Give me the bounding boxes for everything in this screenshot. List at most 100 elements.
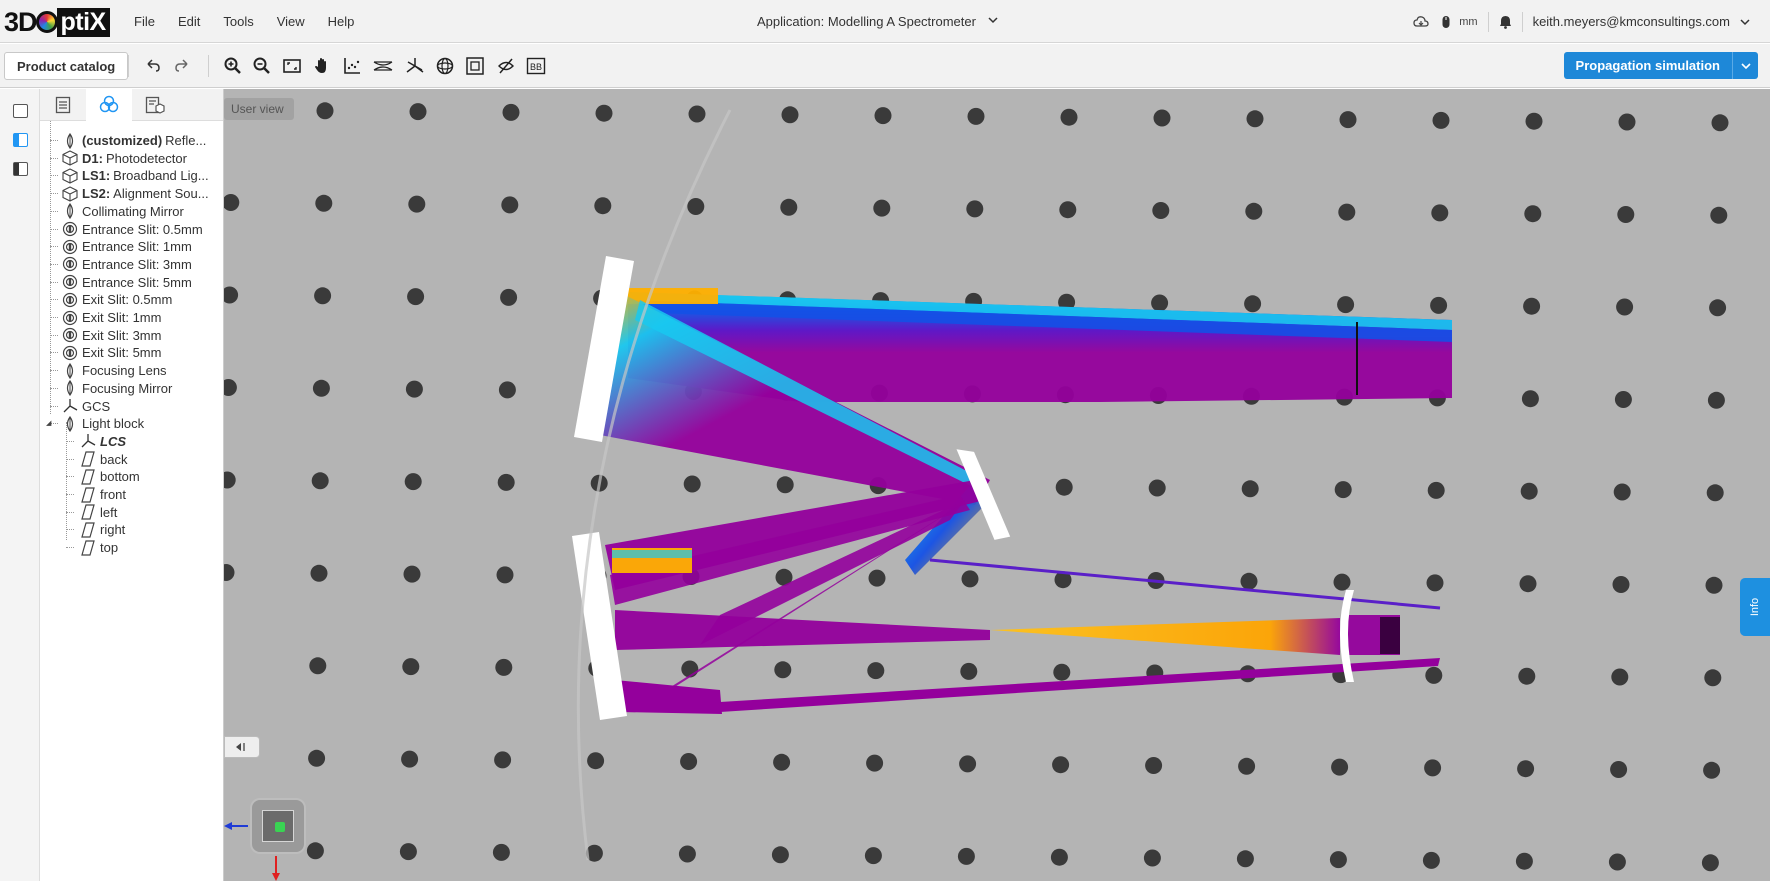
tree-item[interactable]: left: [80, 503, 117, 522]
tree-item[interactable]: Entrance Slit: 5mm: [62, 273, 192, 292]
tree-item[interactable]: Light block: [62, 414, 144, 433]
breadboard-hole: [1052, 756, 1070, 774]
tree-item[interactable]: front: [80, 485, 126, 504]
ray-icon[interactable]: [372, 55, 394, 77]
view-name-label[interactable]: User view: [224, 98, 294, 120]
breadboard-hole: [409, 103, 427, 121]
bell-icon[interactable]: [1499, 15, 1512, 29]
application-title[interactable]: Application: Modelling A Spectrometer: [757, 14, 976, 29]
menu-file[interactable]: File: [134, 14, 155, 29]
menu-help[interactable]: Help: [328, 14, 355, 29]
tree-item[interactable]: Exit Slit: 5mm: [62, 343, 161, 362]
tree-item[interactable]: right: [80, 520, 125, 539]
tree-item[interactable]: LS1: Broadband Lig...: [62, 166, 209, 185]
hide-icon[interactable]: [495, 55, 517, 77]
frame-icon[interactable]: [464, 55, 486, 77]
axes-icon[interactable]: [404, 55, 426, 77]
app-logo[interactable]: 3D ptiX: [4, 6, 110, 38]
mouse-icon[interactable]: [1441, 15, 1451, 29]
tree-item-label: right: [100, 522, 126, 538]
pan-hand-icon[interactable]: [311, 55, 333, 77]
tree-item[interactable]: (customized) Refle...: [62, 131, 206, 150]
bounding-box-icon[interactable]: BB: [525, 55, 547, 77]
breadboard-hole: [1050, 848, 1068, 866]
cloud-sync-icon[interactable]: [1413, 15, 1429, 29]
propagation-chevron-down-icon[interactable]: [1732, 52, 1758, 79]
tree-item[interactable]: Focusing Lens: [62, 361, 167, 380]
tree-guide-line-child: [66, 422, 67, 541]
breadboard-hole: [1704, 669, 1722, 687]
sphere-icon[interactable]: [434, 55, 456, 77]
tree-item[interactable]: Entrance Slit: 0.5mm: [62, 220, 203, 239]
menu-tools[interactable]: Tools: [223, 14, 253, 29]
tab-parts[interactable]: [132, 89, 178, 121]
tree-item[interactable]: Exit Slit: 0.5mm: [62, 290, 172, 309]
tree-item[interactable]: Entrance Slit: 3mm: [62, 255, 192, 274]
layout-left-panel-icon[interactable]: [13, 133, 28, 147]
tree-connector: [66, 547, 74, 549]
breadboard-hole: [1055, 478, 1073, 496]
layout-split-icon[interactable]: [13, 162, 28, 176]
unit-label[interactable]: mm: [1459, 16, 1477, 28]
breadboard-hole: [773, 753, 791, 771]
tab-list[interactable]: [40, 89, 86, 121]
breadboard-hole: [492, 843, 510, 861]
user-chevron-down-icon[interactable]: [1740, 18, 1750, 26]
layout-single-icon[interactable]: [13, 104, 28, 118]
breadboard-hole: [594, 197, 612, 215]
collapse-panel-button[interactable]: [224, 736, 260, 758]
tree-item[interactable]: Exit Slit: 3mm: [62, 326, 161, 345]
3d-viewport[interactable]: [224, 89, 1770, 881]
tree-item[interactable]: Collimating Mirror: [62, 202, 184, 221]
breadboard-hole: [587, 752, 605, 770]
tree-item[interactable]: bottom: [80, 467, 140, 486]
tab-tree[interactable]: [86, 89, 132, 121]
tree-item-label: Light block: [82, 416, 145, 432]
collapse-toggle-icon[interactable]: ◢: [46, 419, 51, 427]
menu-edit[interactable]: Edit: [178, 14, 200, 29]
product-catalog-button[interactable]: Product catalog: [4, 52, 129, 80]
propagation-simulation-button[interactable]: Propagation simulation: [1563, 52, 1758, 79]
tree-connector: [66, 440, 74, 442]
top-right-area: mm keith.meyers@kmconsultings.com: [1413, 0, 1770, 43]
propagation-simulation-label[interactable]: Propagation simulation: [1563, 52, 1732, 79]
chevron-down-icon[interactable]: [988, 13, 998, 27]
breadboard-hole: [1240, 572, 1258, 590]
redo-icon[interactable]: [171, 55, 193, 77]
tree-item-label: GCS: [82, 398, 111, 414]
breadboard-hole: [403, 565, 421, 583]
breadboard-hole: [967, 107, 985, 125]
tree-item[interactable]: Entrance Slit: 1mm: [62, 237, 192, 256]
tree-connector: [50, 210, 58, 212]
fit-view-icon[interactable]: [281, 55, 303, 77]
tree-connector: [50, 299, 58, 301]
tree-item[interactable]: back: [80, 450, 127, 469]
collapse-left-icon: [236, 743, 245, 751]
zoom-in-icon[interactable]: [222, 55, 244, 77]
breadboard-hole: [224, 194, 240, 211]
info-tab[interactable]: Info: [1740, 578, 1770, 636]
breadboard-hole: [1334, 481, 1352, 499]
tree-item[interactable]: LCS: [80, 432, 129, 451]
tree-item[interactable]: D1: Photodetector: [62, 149, 187, 168]
menu-view[interactable]: View: [277, 14, 305, 29]
breadboard-hole: [1612, 576, 1630, 593]
measure-icon[interactable]: [341, 55, 363, 77]
breadboard-hole: [315, 194, 333, 212]
tree-item-label: Photodetector: [105, 150, 187, 166]
breadboard-hole: [960, 662, 978, 680]
tree-item[interactable]: LS2: Alignment Sou...: [62, 184, 209, 203]
optical-scene[interactable]: [224, 89, 1770, 881]
info-label: Info: [1748, 597, 1761, 617]
tree-item[interactable]: GCS: [62, 397, 110, 416]
user-email[interactable]: keith.meyers@kmconsultings.com: [1533, 14, 1730, 29]
breadboard-hole: [498, 381, 516, 399]
tree-item-label: left: [100, 504, 118, 520]
tree-item[interactable]: Focusing Mirror: [62, 379, 172, 398]
breadboard-hole: [502, 103, 520, 121]
zoom-out-icon[interactable]: [251, 55, 273, 77]
tree-item[interactable]: top: [80, 538, 118, 557]
tree-connector: [50, 317, 58, 318]
tree-item[interactable]: Exit Slit: 1mm: [62, 308, 161, 327]
undo-icon[interactable]: [142, 55, 164, 77]
